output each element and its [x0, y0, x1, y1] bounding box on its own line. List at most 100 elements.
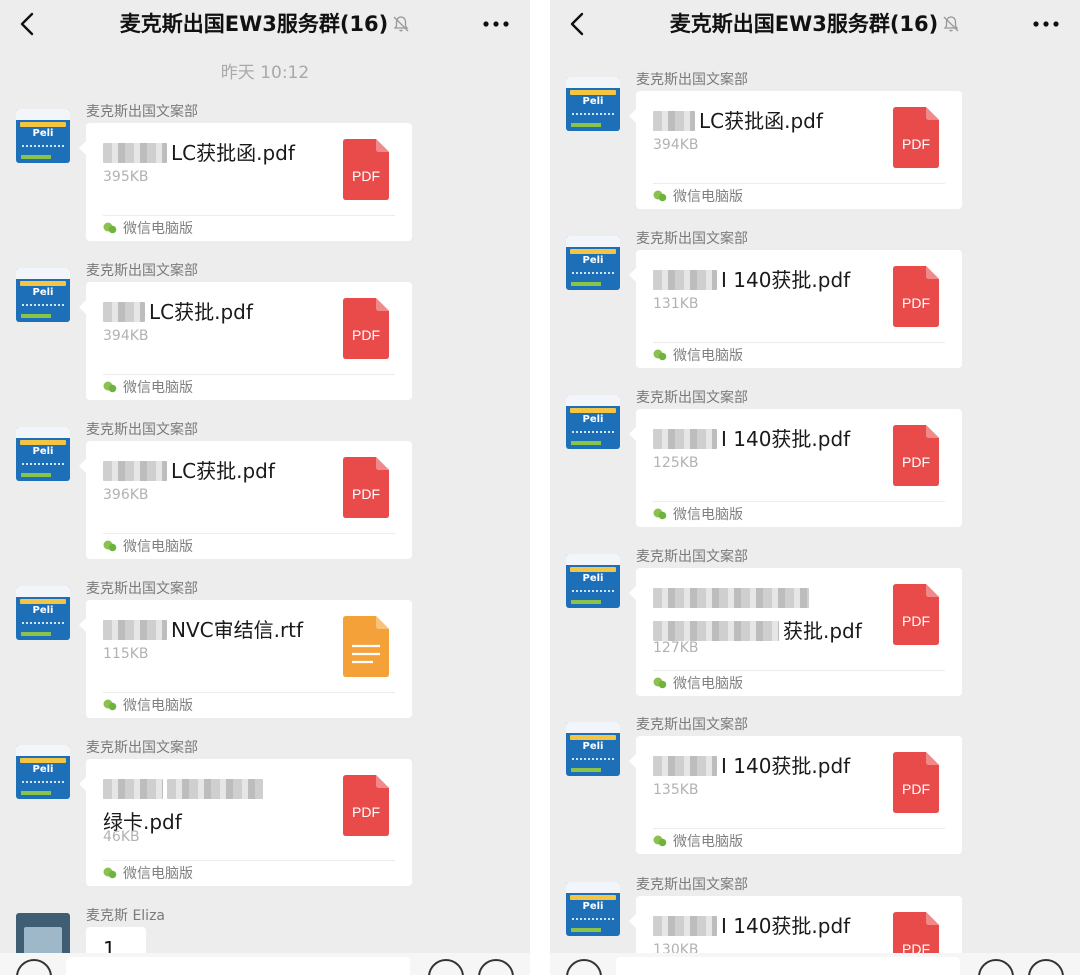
timestamp: 昨天 10:12	[220, 63, 310, 83]
avatar[interactable]: Peli	[566, 236, 620, 290]
source-label: 微信电脑版	[103, 696, 193, 716]
sender-name: 麦克斯出国文案部	[636, 549, 748, 565]
file-name: LC获批.pdf	[103, 455, 333, 488]
avatar[interactable]: Peli	[566, 77, 620, 131]
back-arrow-icon[interactable]	[14, 10, 42, 38]
chat-header: 麦克斯出国EW3服务群(16)	[550, 0, 1080, 48]
pdf-file-icon: PDF	[893, 107, 939, 168]
file-name: LC获批函.pdf	[103, 137, 333, 170]
wechat-icon	[103, 867, 117, 879]
sender-name: 麦克斯出国文案部	[636, 231, 748, 247]
file-name: I 140获批.pdf	[653, 264, 883, 297]
back-arrow-icon[interactable]	[564, 10, 592, 38]
source-label: 微信电脑版	[653, 674, 743, 694]
svg-text:PDF: PDF	[352, 168, 380, 184]
pdf-file-icon: PDF	[893, 266, 939, 327]
sender-name: 麦克斯出国文案部	[86, 263, 198, 279]
avatar[interactable]: Peli	[566, 554, 620, 608]
chat-title: 麦克斯出国EW3服务群(16)	[610, 10, 1020, 38]
pdf-file-icon: PDF	[343, 298, 389, 359]
voice-icon[interactable]	[566, 959, 602, 975]
source-label: 微信电脑版	[103, 537, 193, 557]
source-label: 微信电脑版	[103, 219, 193, 239]
file-card[interactable]: I 140获批.pdf 135KB PDF 微信电脑版	[629, 736, 962, 854]
wechat-icon	[653, 835, 667, 847]
avatar[interactable]: Peli	[16, 586, 70, 640]
wechat-icon	[653, 349, 667, 361]
file-size: 127KB	[653, 640, 699, 656]
pdf-file-icon: PDF	[343, 775, 389, 836]
file-card[interactable]: LC获批.pdf 394KB PDF 微信电脑版	[79, 282, 412, 400]
svg-text:PDF: PDF	[902, 781, 930, 797]
sender-name: 麦克斯出国文案部	[636, 72, 748, 88]
plus-icon[interactable]	[1028, 959, 1064, 975]
emoji-icon[interactable]	[978, 959, 1014, 975]
source-label: 微信电脑版	[103, 864, 193, 884]
chat-title-text: 麦克斯出国EW3服务群(16)	[119, 12, 389, 36]
file-card[interactable]: LC获批函.pdf 395KB PDF 微信电脑版	[79, 123, 412, 241]
sender-name: 麦克斯出国文案部	[86, 104, 198, 120]
file-size: 115KB	[103, 646, 149, 662]
file-size: 135KB	[653, 782, 699, 798]
emoji-icon[interactable]	[428, 959, 464, 975]
message-input[interactable]	[616, 957, 960, 975]
file-size: 46KB	[103, 829, 140, 845]
pdf-file-icon: PDF	[893, 752, 939, 813]
file-name: I 140获批.pdf	[653, 423, 883, 456]
chat-header: 麦克斯出国EW3服务群(16)	[0, 0, 530, 48]
pdf-file-icon: PDF	[343, 457, 389, 518]
file-size: 395KB	[103, 169, 149, 185]
more-options-icon[interactable]	[478, 10, 514, 38]
file-card[interactable]: LC获批函.pdf 394KB PDF 微信电脑版	[629, 91, 962, 209]
file-size: 131KB	[653, 296, 699, 312]
avatar[interactable]: Peli	[16, 268, 70, 322]
svg-text:PDF: PDF	[352, 486, 380, 502]
file-name: 获批.pdf	[653, 582, 883, 648]
avatar[interactable]: Peli	[566, 722, 620, 776]
voice-icon[interactable]	[16, 959, 52, 975]
avatar[interactable]: Peli	[16, 427, 70, 481]
sender-name: 麦克斯出国文案部	[86, 581, 198, 597]
file-name: NVC审结信.rtf	[103, 614, 333, 647]
document-file-icon	[343, 616, 389, 677]
svg-text:PDF: PDF	[352, 804, 380, 820]
file-card[interactable]: I 140获批.pdf 125KB PDF 微信电脑版	[629, 409, 962, 527]
input-bar	[0, 953, 530, 975]
message-input[interactable]	[66, 957, 410, 975]
wechat-icon	[103, 540, 117, 552]
avatar[interactable]: Peli	[16, 109, 70, 163]
pdf-file-icon: PDF	[893, 584, 939, 645]
file-size: 394KB	[653, 137, 699, 153]
file-card[interactable]: 绿卡.pdf 46KB PDF 微信电脑版	[79, 759, 412, 886]
file-card[interactable]: NVC审结信.rtf 115KB 微信电脑版	[79, 600, 412, 718]
file-size: 125KB	[653, 455, 699, 471]
wechat-icon	[653, 508, 667, 520]
file-card[interactable]: 获批.pdf 127KB PDF 微信电脑版	[629, 568, 962, 696]
sender-name: 麦克斯出国文案部	[636, 390, 748, 406]
file-name: LC获批函.pdf	[653, 105, 883, 138]
mute-bell-icon	[393, 16, 409, 32]
plus-icon[interactable]	[478, 959, 514, 975]
source-label: 微信电脑版	[103, 378, 193, 398]
pdf-file-icon: PDF	[893, 425, 939, 486]
sender-name: 麦克斯出国文案部	[86, 422, 198, 438]
source-label: 微信电脑版	[653, 832, 743, 852]
svg-text:PDF: PDF	[902, 454, 930, 470]
avatar[interactable]: Peli	[566, 395, 620, 449]
source-label: 微信电脑版	[653, 187, 743, 207]
avatar[interactable]: Peli	[16, 745, 70, 799]
file-name: I 140获批.pdf	[653, 910, 883, 943]
mute-bell-icon	[943, 16, 959, 32]
file-card[interactable]: I 140获批.pdf 131KB PDF 微信电脑版	[629, 250, 962, 368]
file-size: 396KB	[103, 487, 149, 503]
file-name: I 140获批.pdf	[653, 750, 883, 783]
file-card[interactable]: LC获批.pdf 396KB PDF 微信电脑版	[79, 441, 412, 559]
avatar[interactable]: Peli	[566, 882, 620, 936]
sender-name: 麦克斯出国文案部	[86, 740, 198, 756]
sender-name: 麦克斯出国文案部	[636, 877, 748, 893]
more-options-icon[interactable]	[1028, 10, 1064, 38]
wechat-icon	[103, 699, 117, 711]
sender-name: 麦克斯出国文案部	[636, 717, 748, 733]
svg-text:PDF: PDF	[902, 295, 930, 311]
pdf-file-icon: PDF	[343, 139, 389, 200]
